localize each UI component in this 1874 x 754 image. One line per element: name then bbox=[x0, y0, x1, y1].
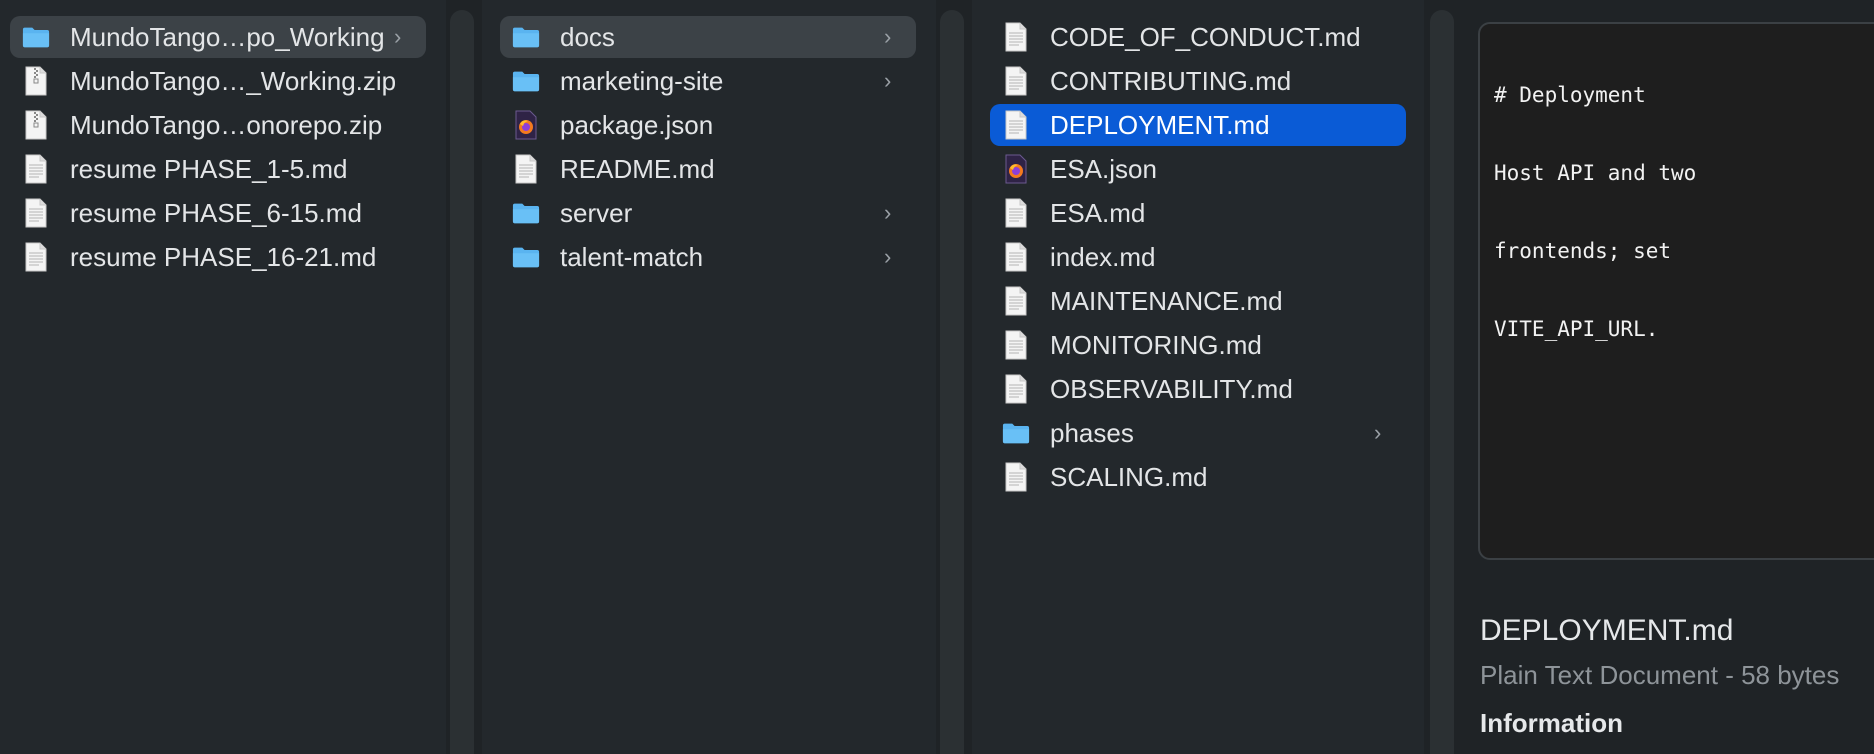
file-name: ESA.json bbox=[1050, 153, 1157, 184]
file-name: index.md bbox=[1050, 241, 1156, 272]
file-name: MundoTango…po_Working bbox=[70, 21, 385, 52]
file-name: resume PHASE_1-5.md bbox=[70, 153, 348, 184]
file-row[interactable]: talent-match › bbox=[500, 236, 916, 278]
file-name: MAINTENANCE.md bbox=[1050, 285, 1283, 316]
document-icon bbox=[1002, 65, 1030, 97]
file-row[interactable]: resume PHASE_6-15.md bbox=[10, 192, 426, 234]
file-row[interactable]: README.md bbox=[500, 148, 916, 190]
document-icon bbox=[1002, 241, 1030, 273]
file-name: MONITORING.md bbox=[1050, 329, 1262, 360]
folder-icon bbox=[512, 197, 540, 229]
column-1[interactable]: MundoTango…po_Working › MundoTango…_Workin… bbox=[0, 0, 446, 754]
preview-line: # Deployment bbox=[1494, 83, 1646, 107]
chevron-right-icon: › bbox=[884, 68, 892, 93]
file-name: CONTRIBUTING.md bbox=[1050, 65, 1292, 96]
file-row[interactable]: MundoTango…_Working.zip bbox=[10, 60, 426, 102]
file-row[interactable]: MundoTango…onorepo.zip bbox=[10, 104, 426, 146]
folder-icon bbox=[512, 241, 540, 273]
file-name: CODE_OF_CONDUCT.md bbox=[1050, 21, 1361, 52]
file-name: SCALING.md bbox=[1050, 461, 1208, 492]
document-icon bbox=[22, 241, 50, 273]
file-row[interactable]: SCALING.md bbox=[990, 456, 1406, 498]
preview-line: VITE_API_URL. bbox=[1494, 317, 1659, 341]
file-name: talent-match bbox=[560, 241, 704, 272]
file-row[interactable]: phases › bbox=[990, 412, 1406, 454]
file-name: marketing-site bbox=[560, 65, 724, 96]
file-row[interactable]: resume PHASE_1-5.md bbox=[10, 148, 426, 190]
chevron-right-icon: › bbox=[884, 244, 892, 269]
preview-kind-size: Plain Text Document - 58 bytes bbox=[1480, 660, 1840, 690]
file-name: DEPLOYMENT.md bbox=[1050, 109, 1270, 140]
file-name: server bbox=[560, 197, 633, 228]
finder-column-browser: MundoTango…po_Working › MundoTango…_Workin… bbox=[0, 0, 1874, 754]
file-name: docs bbox=[560, 21, 615, 52]
file-row[interactable]: index.md bbox=[990, 236, 1406, 278]
file-row[interactable]: MAINTENANCE.md bbox=[990, 280, 1406, 322]
zip-file-icon bbox=[22, 109, 50, 141]
file-row[interactable]: DEPLOYMENT.md bbox=[990, 104, 1406, 146]
document-icon bbox=[512, 153, 540, 185]
file-row[interactable]: server › bbox=[500, 192, 916, 234]
file-row[interactable]: ESA.md bbox=[990, 192, 1406, 234]
file-name: resume PHASE_16-21.md bbox=[70, 241, 377, 272]
chevron-right-icon: › bbox=[1374, 420, 1382, 445]
column-3[interactable]: CODE_OF_CONDUCT.md CONTRIBUTING.md DEPLOYM… bbox=[972, 0, 1424, 754]
preview-file-name: DEPLOYMENT.md bbox=[1480, 614, 1734, 647]
column-2[interactable]: docs › marketing-site › package.json README.m… bbox=[482, 0, 936, 754]
information-heading: Information bbox=[1480, 708, 1623, 738]
document-icon bbox=[1002, 329, 1030, 361]
file-name: package.json bbox=[560, 109, 714, 140]
document-icon bbox=[1002, 197, 1030, 229]
folder-icon bbox=[512, 65, 540, 97]
column-resize-handle[interactable] bbox=[940, 10, 964, 754]
file-row[interactable]: resume PHASE_16-21.md bbox=[10, 236, 426, 278]
file-name: OBSERVABILITY.md bbox=[1050, 373, 1293, 404]
chevron-right-icon: › bbox=[884, 200, 892, 225]
file-row[interactable]: ESA.json bbox=[990, 148, 1406, 190]
file-row[interactable]: CODE_OF_CONDUCT.md bbox=[990, 16, 1406, 58]
file-row[interactable]: MundoTango…po_Working › bbox=[10, 16, 426, 58]
chevron-right-icon: › bbox=[884, 24, 892, 49]
document-icon bbox=[22, 153, 50, 185]
file-name: MundoTango…onorepo.zip bbox=[70, 109, 383, 140]
file-row[interactable]: package.json bbox=[500, 104, 916, 146]
file-row[interactable]: marketing-site › bbox=[500, 60, 916, 102]
document-icon bbox=[1002, 461, 1030, 493]
document-icon bbox=[1002, 21, 1030, 53]
file-row[interactable]: docs › bbox=[500, 16, 916, 58]
file-row[interactable]: MONITORING.md bbox=[990, 324, 1406, 366]
firefox-document-icon bbox=[512, 109, 540, 141]
file-name: phases bbox=[1050, 417, 1134, 448]
preview-line: frontends; set bbox=[1494, 239, 1672, 263]
zip-file-icon bbox=[22, 65, 50, 97]
document-icon bbox=[22, 197, 50, 229]
folder-icon bbox=[512, 21, 540, 53]
folder-icon bbox=[22, 21, 50, 53]
file-row[interactable]: CONTRIBUTING.md bbox=[990, 60, 1406, 102]
file-name: MundoTango…_Working.zip bbox=[70, 65, 397, 96]
column-resize-handle[interactable] bbox=[450, 10, 474, 754]
file-name: ESA.md bbox=[1050, 197, 1146, 228]
file-name: README.md bbox=[560, 153, 715, 184]
document-icon bbox=[1002, 285, 1030, 317]
preview-line: Host API and two bbox=[1494, 161, 1697, 185]
chevron-right-icon: › bbox=[394, 24, 402, 49]
file-preview: # Deployment Host API and two frontends;… bbox=[1478, 22, 1874, 560]
folder-icon bbox=[1002, 417, 1030, 449]
column-resize-handle[interactable] bbox=[1430, 10, 1454, 754]
document-icon bbox=[1002, 373, 1030, 405]
firefox-document-icon bbox=[1002, 153, 1030, 185]
file-name: resume PHASE_6-15.md bbox=[70, 197, 362, 228]
document-icon bbox=[1002, 109, 1030, 141]
file-row[interactable]: OBSERVABILITY.md bbox=[990, 368, 1406, 410]
